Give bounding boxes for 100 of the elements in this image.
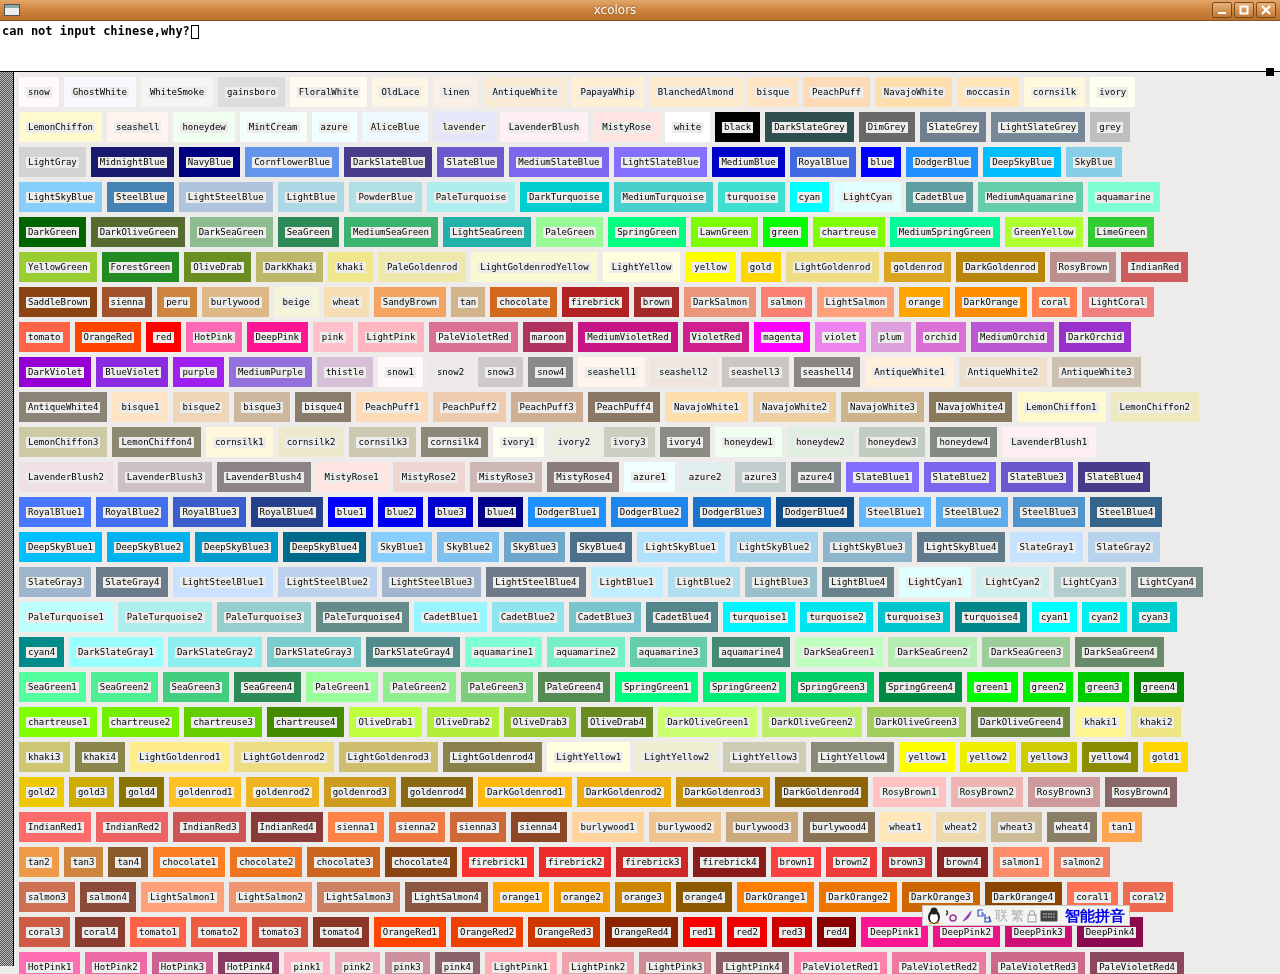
minimize-button[interactable] <box>1212 2 1232 18</box>
color-name: SteelBlue3 <box>1019 506 1079 518</box>
color-name: green4 <box>1140 681 1178 693</box>
scrollbar[interactable] <box>0 72 14 966</box>
color-name: DarkSalmon <box>690 296 750 308</box>
color-name: turquoise1 <box>730 611 789 623</box>
color-name: wheat <box>330 296 362 308</box>
color-name: SeaGreen2 <box>97 681 151 693</box>
color-name: LavenderBlush2 <box>26 471 106 483</box>
color-name: LightCyan1 <box>906 576 965 588</box>
color-name: LightPink1 <box>491 961 550 973</box>
color-name: brown4 <box>944 856 981 868</box>
color-name: tomato <box>26 331 63 343</box>
color-name: LightPink2 <box>569 961 628 973</box>
color-name: PaleTurquoise1 <box>26 611 106 623</box>
color-name: DodgerBlue1 <box>535 506 599 518</box>
color-name: SeaGreen3 <box>169 681 223 693</box>
color-name: PaleGoldenrod <box>384 261 460 273</box>
color-name: AliceBlue <box>368 121 422 133</box>
keyboard-icon[interactable] <box>1040 909 1058 922</box>
color-name: MediumSeaGreen <box>351 226 431 238</box>
color-name: DarkGreen <box>26 226 79 238</box>
color-name: wheat2 <box>942 821 980 833</box>
color-name: bisque2 <box>180 401 223 413</box>
color-name: MintCream <box>246 121 300 133</box>
color-name: CadetBlue2 <box>498 611 557 623</box>
color-name: BlanchedAlmond <box>655 86 736 98</box>
charset-icon[interactable] <box>976 907 992 924</box>
color-name: SlateGrey <box>926 121 980 133</box>
window-menu-icon[interactable] <box>4 4 20 16</box>
color-name: DarkSlateGray1 <box>76 646 156 658</box>
color-name: LightGray <box>26 156 79 168</box>
color-name: brown1 <box>777 856 815 868</box>
color-name: BlueViolet <box>103 366 162 378</box>
color-name: PaleVioletRed <box>436 331 511 343</box>
color-name: MistyRose1 <box>322 471 381 483</box>
color-name: DeepSkyBlue3 <box>202 541 272 553</box>
color-name: white <box>672 121 704 133</box>
color-name: LightBlue4 <box>829 576 888 588</box>
feather-icon[interactable] <box>961 908 973 923</box>
close-button[interactable] <box>1256 2 1276 18</box>
color-name: OrangeRed2 <box>457 926 517 938</box>
color-name: aquamarine3 <box>636 646 701 658</box>
color-name: DarkOliveGreen4 <box>978 716 1064 728</box>
color-name: PapayaWhip <box>578 86 637 98</box>
color-name: MediumVioletRed <box>585 331 671 343</box>
color-name: cyan4 <box>26 646 58 658</box>
color-name: DarkGoldenrod4 <box>781 786 862 798</box>
color-name: khaki3 <box>26 751 63 763</box>
color-name: DarkGoldenrod <box>963 261 1038 273</box>
color-name: OliveDrab2 <box>433 716 492 728</box>
color-name: goldenrod1 <box>176 786 235 798</box>
color-name: MistyRose <box>600 121 653 133</box>
color-name: LightSalmon4 <box>411 891 481 903</box>
color-name: cornsilk4 <box>428 436 482 448</box>
color-name: OldLace <box>379 86 422 98</box>
input-mode-label[interactable]: 智能拼音 <box>1065 906 1125 925</box>
color-name: black <box>722 121 754 133</box>
color-name: MediumSlateBlue <box>516 156 602 168</box>
color-name: DarkOliveGreen <box>97 226 178 238</box>
color-name: violet <box>822 331 859 343</box>
color-name: MediumSpringGreen <box>896 226 993 238</box>
color-name: burlywood2 <box>655 821 714 833</box>
color-name: sienna1 <box>334 821 377 833</box>
color-name: LightGoldenrod2 <box>241 751 327 763</box>
color-name: LimeGreen <box>1094 226 1148 238</box>
color-name: MistyRose4 <box>554 471 613 483</box>
color-name: DarkOliveGreen3 <box>873 716 960 728</box>
color-name: LightYellow <box>609 261 674 273</box>
color-name: OrangeRed <box>81 331 135 343</box>
penguin-icon[interactable] <box>927 906 941 925</box>
lock-icon[interactable] <box>1027 908 1037 923</box>
color-name: AntiqueWhite4 <box>26 401 101 413</box>
color-name: burlywood4 <box>810 821 869 833</box>
color-name: PaleGreen <box>543 226 597 238</box>
color-name: ivory2 <box>555 436 593 448</box>
color-name: PaleVioletRed2 <box>899 961 980 973</box>
color-name: SlateGray1 <box>1017 541 1076 553</box>
color-name: coral2 <box>1129 891 1167 903</box>
color-name: goldenrod <box>891 261 945 273</box>
color-name: PeachPuff <box>810 86 863 98</box>
color-name: NavajoWhite <box>881 86 946 98</box>
color-name: chocolate1 <box>160 856 219 868</box>
resize-handle[interactable] <box>1266 68 1274 76</box>
color-name: green <box>769 226 801 238</box>
color-name: HotPink <box>192 331 235 343</box>
color-name: DarkGoldenrod2 <box>583 786 664 798</box>
color-name: gold3 <box>76 786 108 798</box>
color-name: MediumBlue <box>719 156 778 168</box>
color-name: DeepPink4 <box>1083 926 1137 938</box>
color-name: PaleTurquoise3 <box>223 611 304 623</box>
color-name: cyan3 <box>1139 611 1171 623</box>
color-name: LemonChiffon3 <box>26 436 101 448</box>
maximize-button[interactable] <box>1234 2 1254 18</box>
color-name: PeachPuff4 <box>594 401 653 413</box>
color-name: tan1 <box>1109 821 1135 833</box>
color-name: tomato4 <box>319 926 362 938</box>
punctuation-icon[interactable] <box>944 908 958 923</box>
color-name: grey <box>1097 121 1123 133</box>
color-name: azure <box>318 121 350 133</box>
